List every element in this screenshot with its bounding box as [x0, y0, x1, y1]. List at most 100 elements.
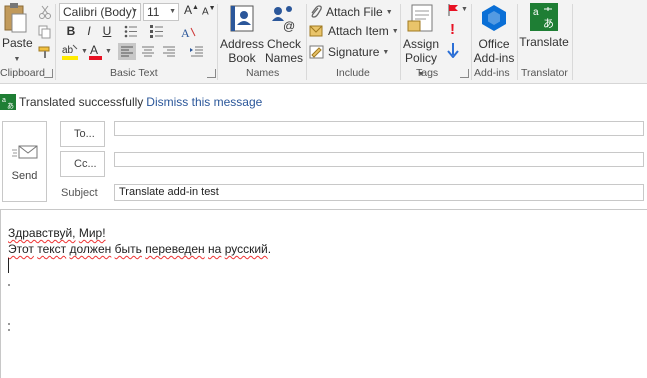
divider	[306, 4, 307, 80]
signature-button[interactable]: Signature ▼	[309, 45, 389, 59]
svg-text:A: A	[90, 43, 98, 57]
chevron-down-icon: ▼	[385, 8, 393, 16]
check-names-label-2: Names	[265, 51, 304, 65]
divider	[55, 4, 56, 80]
message-period: .	[267, 242, 272, 256]
font-name-select[interactable]: Calibri (Body) ▼	[59, 3, 141, 21]
message-line-1: Здравствуй, Мир!	[8, 226, 106, 240]
addins-group-label: Add-ins	[474, 67, 510, 79]
to-button[interactable]: To...	[60, 121, 105, 147]
message-word: быть	[114, 242, 142, 256]
cc-button[interactable]: Cc...	[60, 151, 105, 177]
styles-icon[interactable]: A	[180, 24, 196, 40]
translator-group-label: Translator	[521, 67, 568, 79]
bullets-icon[interactable]	[124, 25, 138, 38]
attach-item-icon	[309, 25, 323, 37]
office-addins-label-1: Office	[478, 37, 510, 51]
names-group-label: Names	[246, 67, 280, 79]
message-body[interactable]: Здравствуй, Мир! Этот текст должен быть …	[0, 209, 647, 378]
format-painter-icon[interactable]	[38, 45, 52, 59]
address-book-button[interactable]: Address Book	[220, 3, 264, 65]
font-name-value: Calibri (Body)	[63, 5, 136, 19]
message-word: русский	[224, 242, 268, 256]
chevron-down-icon[interactable]: ▼	[105, 48, 112, 55]
send-icon	[11, 145, 37, 159]
basic-text-dialog-launcher[interactable]	[207, 69, 216, 78]
chevron-down-icon: ▼	[382, 48, 390, 56]
message-word: Здравствуй,	[8, 226, 76, 240]
svg-text:a: a	[2, 97, 6, 104]
copy-icon[interactable]	[38, 25, 52, 39]
send-label: Send	[11, 170, 38, 182]
svg-text:あ: あ	[543, 17, 554, 30]
clipboard-group-label: Clipboard	[0, 67, 45, 79]
follow-up-flag-icon[interactable]	[446, 3, 460, 17]
paste-button[interactable]: Paste ▼	[2, 2, 33, 63]
message-word: Мир!	[78, 226, 106, 240]
signature-icon	[309, 45, 324, 59]
divider	[217, 4, 218, 80]
svg-text:A: A	[181, 26, 190, 40]
empty-line-marker	[8, 284, 10, 286]
chevron-down-icon[interactable]: ▼	[14, 56, 21, 63]
high-importance-icon[interactable]: !	[450, 21, 455, 38]
grow-font-icon[interactable]: A▲	[184, 3, 199, 17]
translator-icon: aあ	[530, 3, 558, 31]
cut-icon[interactable]	[38, 5, 52, 19]
paste-icon	[4, 3, 27, 33]
include-group-label: Include	[336, 67, 370, 79]
tags-group-label: Tags	[416, 67, 439, 79]
cc-field[interactable]	[114, 152, 644, 167]
paste-label: Paste	[2, 36, 33, 50]
low-importance-icon[interactable]	[447, 42, 459, 58]
svg-text:ab: ab	[62, 45, 74, 56]
attach-file-button[interactable]: Attach File ▼	[309, 4, 393, 20]
notice-text: Translated successfully	[19, 95, 144, 109]
check-names-label-1: Check	[266, 37, 301, 51]
highlight-icon[interactable]: ab	[61, 43, 81, 61]
paperclip-icon	[311, 5, 322, 18]
office-addins-icon	[482, 5, 506, 31]
chevron-down-icon[interactable]: ▼	[461, 6, 468, 13]
shrink-font-icon[interactable]: A▼	[202, 5, 216, 17]
clipboard-dialog-launcher[interactable]	[44, 69, 53, 78]
divider	[517, 4, 518, 80]
align-right-icon[interactable]	[160, 43, 178, 60]
subject-label: Subject	[61, 187, 98, 199]
check-names-icon: @	[272, 6, 295, 33]
empty-line-marker	[8, 329, 10, 331]
italic-button[interactable]: I	[81, 22, 97, 40]
font-size-value: 11	[147, 5, 160, 19]
check-names-button[interactable]: @ Check Names	[265, 3, 303, 65]
to-field[interactable]	[114, 121, 644, 136]
office-addins-button[interactable]: Office Add-ins	[473, 3, 515, 65]
svg-text:あ: あ	[7, 102, 14, 110]
font-color-icon[interactable]: A	[88, 43, 104, 61]
tags-dialog-launcher[interactable]	[460, 69, 469, 78]
underline-button[interactable]: U	[99, 22, 115, 40]
subject-field[interactable]: Translate add-in test	[114, 184, 644, 201]
font-size-select[interactable]: 11 ▼	[143, 3, 179, 21]
bold-button[interactable]: B	[63, 22, 79, 40]
chevron-down-icon[interactable]: ▼	[81, 48, 88, 55]
office-addins-label-2: Add-ins	[473, 51, 515, 65]
ribbon: Paste ▼ Clipboard Calibri (Body) ▼ 11 ▼ …	[0, 0, 647, 84]
address-book-label-2: Book	[228, 51, 256, 65]
attach-item-button[interactable]: Attach Item ▼	[309, 24, 399, 38]
empty-line-marker	[8, 323, 10, 325]
translation-notice: aあ Translated successfully Dismiss this …	[0, 92, 262, 112]
message-word: переведен	[145, 242, 205, 256]
indent-icon[interactable]	[188, 43, 206, 60]
basic-text-group-label: Basic Text	[110, 67, 158, 79]
signature-label: Signature	[328, 45, 380, 59]
align-center-icon[interactable]	[139, 43, 157, 60]
numbering-icon[interactable]	[150, 25, 164, 38]
send-button[interactable]: Send	[2, 121, 47, 202]
translate-label: Translate	[519, 35, 569, 49]
address-book-icon	[230, 5, 254, 32]
attach-file-label: Attach File	[326, 5, 383, 19]
align-left-icon[interactable]	[118, 43, 136, 60]
translate-button[interactable]: aあ Translate	[519, 3, 569, 49]
dismiss-message-link[interactable]: Dismiss this message	[146, 95, 262, 109]
message-word: Этот	[8, 242, 34, 256]
